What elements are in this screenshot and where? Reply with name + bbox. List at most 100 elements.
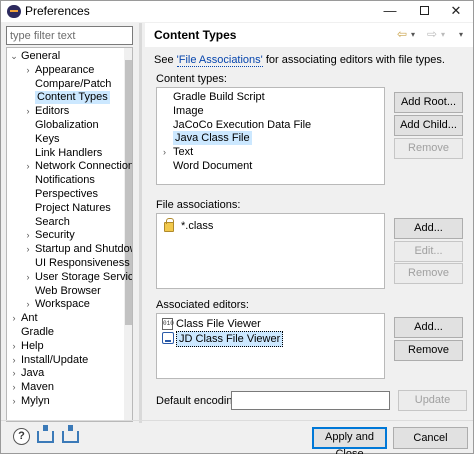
page-title: Content Types [154,28,237,42]
file-associations-list[interactable]: *.class [156,213,385,289]
collapsed-arrow-icon[interactable]: › [9,312,19,325]
back-dropdown-icon[interactable]: ▾ [411,30,415,39]
class-file-icon: 010 [162,318,174,330]
apply-and-close-button[interactable]: Apply and Close [312,427,387,454]
tree-item-label: Keys [35,132,60,145]
eclipse-app-icon [7,5,21,18]
back-arrow-icon[interactable]: ⇦ [397,27,407,41]
content-types-tree[interactable]: Gradle Build Script Image JaCoCo Execution… [156,87,385,185]
associated-editor-label: JD Class File Viewer [176,331,284,347]
file-associations-link[interactable]: 'File Associations' [176,54,263,67]
content-type-label: Text [173,146,194,159]
page-description: See 'File Associations' for associating … [154,54,445,67]
collapsed-arrow-icon[interactable]: › [9,354,19,367]
content-type-label: Java Class File [173,131,252,146]
add-file-association-button[interactable]: Add... [394,218,463,239]
cancel-button[interactable]: Cancel [393,427,468,449]
collapsed-arrow-icon[interactable]: › [23,229,33,242]
content-type-label: Word Document [173,160,253,172]
tree-item-label: Editors [35,105,70,118]
associated-editors-list[interactable]: 010 Class File Viewer JD Class File Viewer [156,313,385,379]
export-icon[interactable] [62,425,79,443]
collapsed-arrow-icon[interactable]: › [9,367,19,380]
description-suffix: for associating editors with file types. [262,54,445,66]
collapsed-arrow-icon[interactable]: › [23,271,33,284]
tree-item-label: Notifications [35,174,95,187]
maximize-button[interactable] [407,1,441,22]
tree-item-label: User Storage Service [35,270,133,283]
add-child-button[interactable]: Add Child... [394,115,463,136]
content-types-label: Content types: [156,73,227,85]
jd-icon [162,332,174,344]
tree-item-label: Gradle [21,326,55,338]
tree-item-label: Link Handlers [35,146,103,159]
tree-scrollbar-thumb[interactable] [125,60,132,325]
preferences-window: Preferences — ✕ ⌄General›AppearanceCompa… [0,0,474,454]
title-bar: Preferences — ✕ [1,1,473,22]
collapsed-arrow-icon[interactable]: › [23,298,33,311]
tree-item-label: General [21,50,61,62]
pane-sash[interactable] [139,23,142,423]
minimize-button[interactable]: — [373,1,407,22]
content-type-label: Image [173,104,204,117]
expanded-arrow-icon[interactable]: ⌄ [9,50,19,63]
maximize-icon [419,6,429,15]
tree-item-label: Network Connections [35,160,133,173]
tree-item-label: UI Responsiveness Mo [35,257,132,269]
tree-item-label: Content Types [35,91,110,105]
collapsed-arrow-icon[interactable]: › [23,64,33,77]
remove-editor-button[interactable]: Remove [394,340,463,361]
lock-icon [164,218,174,232]
collapsed-arrow-icon[interactable]: › [9,381,19,394]
page-header: Content Types ⇦ ▾ ⇨ ▾ ▾ [145,23,473,47]
tree-item-label: Workspace [35,298,90,311]
default-encoding-input[interactable] [231,391,390,410]
description-prefix: See [154,54,177,66]
tree-item-label: Project Natures [35,201,111,214]
associated-editors-label: Associated editors: [156,299,249,311]
tree-item-label: Ant [21,312,38,325]
tree-item-label: Appearance [35,63,95,76]
tree-item-label: Mylyn [21,395,50,407]
collapsed-arrow-icon[interactable]: › [9,395,19,408]
file-association-label: *.class [181,220,214,232]
tree-item-label: Search [35,215,70,228]
tree-item-label: Perspectives [35,188,98,200]
tree-item-label: Java [21,367,45,380]
tree-scrollbar[interactable] [124,48,132,421]
content-type-label: JaCoCo Execution Data File [173,118,312,131]
filter-input[interactable] [6,26,133,45]
tree-item-label: Help [21,339,44,352]
tree-item-label: Security [35,229,75,242]
tree-item-label: Install/Update [21,353,89,366]
tree-item-label: Globalization [35,119,99,131]
window-title: Preferences [25,4,90,18]
default-encoding-label: Default encoding: [156,395,242,407]
edit-file-association-button[interactable]: Edit... [394,241,463,262]
footer-separator [1,420,473,421]
preference-tree[interactable]: ⌄ General › Appearance Compare/Patch Content … [6,47,133,422]
collapsed-arrow-icon[interactable]: › [23,160,33,173]
add-root-button[interactable]: Add Root... [394,92,463,113]
collapsed-arrow-icon[interactable]: › [163,145,166,159]
associated-editor-label: Class File Viewer [176,318,261,330]
collapsed-arrow-icon[interactable]: › [23,105,33,118]
collapsed-arrow-icon[interactable]: › [23,243,33,256]
close-button[interactable]: ✕ [439,1,473,22]
remove-file-association-button[interactable]: Remove [394,263,463,284]
update-encoding-button[interactable]: Update [398,390,467,411]
tree-item-label: Web Browser [35,284,101,297]
help-icon[interactable]: ? [13,428,30,445]
view-menu-icon[interactable]: ▾ [459,30,463,39]
remove-content-type-button[interactable]: Remove [394,138,463,159]
add-editor-button[interactable]: Add... [394,317,463,338]
file-associations-label: File associations: [156,199,241,211]
tree-item-label: Maven [21,381,55,394]
import-icon[interactable] [37,425,54,443]
forward-dropdown-icon[interactable]: ▾ [441,30,445,39]
forward-arrow-icon[interactable]: ⇨ [427,27,437,41]
tree-item-label: Startup and Shutdown [35,243,133,256]
tree-item-label: Compare/Patch [35,77,112,90]
collapsed-arrow-icon[interactable]: › [9,340,19,353]
content-type-label: Gradle Build Script [173,91,265,103]
